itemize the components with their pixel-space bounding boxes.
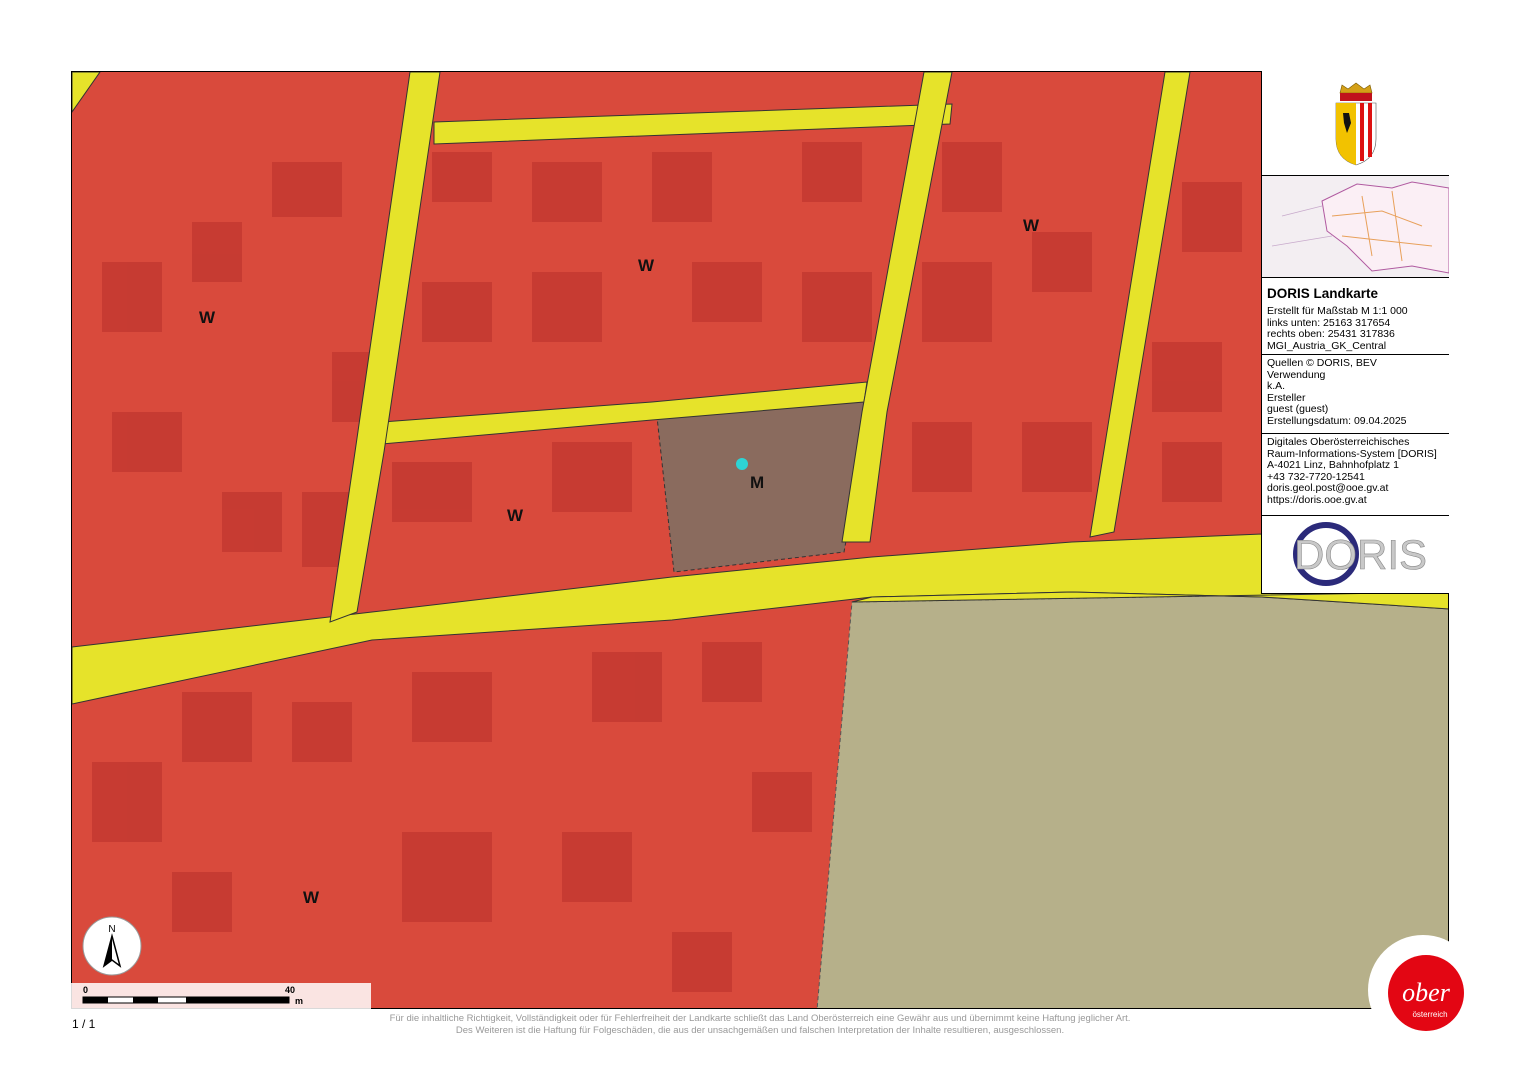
scale-bar: 0 40 m — [71, 983, 371, 1009]
oberoesterreich-logo-icon: ober österreich — [1368, 935, 1478, 1045]
usage-label: Verwendung — [1267, 368, 1326, 381]
org-website[interactable]: https://doris.ooe.gv.at — [1262, 494, 1449, 507]
contact-box: Digitales Oberösterreichisches Raum-Info… — [1262, 434, 1449, 516]
zone-label-w: W — [199, 308, 216, 327]
zone-label-w: W — [507, 506, 524, 525]
disclaimer-line1: Für die inhaltliche Richtigkeit, Vollstä… — [389, 1013, 1131, 1024]
zone-label-m: M — [750, 473, 765, 492]
north-arrow-icon: N — [82, 916, 142, 976]
map-metadata-box: DORIS Landkarte Erstellt für Maßstab M 1… — [1262, 278, 1449, 355]
scale-info: Erstellt für Maßstab M 1:1 000 — [1267, 305, 1408, 317]
info-panel: DORIS Landkarte Erstellt für Maßstab M 1… — [1261, 71, 1450, 594]
north-letter: N — [108, 924, 115, 935]
page-number: 1 / 1 — [72, 1017, 96, 1031]
agricultural-zone-area — [816, 591, 1448, 1008]
disclaimer-line2: Des Weiteren ist die Haftung für Folgesc… — [455, 1025, 1065, 1036]
zone-label-w: W — [1023, 216, 1040, 235]
map-layer — [72, 72, 1448, 1008]
sources-text: Quellen © DORIS, BEV — [1267, 357, 1377, 369]
zone-label-w: W — [638, 256, 655, 275]
created-date: Erstellungsdatum: 09.04.2025 — [1267, 414, 1407, 427]
source-info-box: Quellen © DORIS, BEV Verwendung k.A. Ers… — [1262, 355, 1449, 434]
badge-word: ober — [1402, 978, 1451, 1007]
coat-of-arms-icon — [1335, 82, 1377, 166]
coat-of-arms-box — [1262, 71, 1449, 176]
zone-label-w: W — [303, 888, 320, 907]
map-canvas[interactable]: W W W W M W — [71, 71, 1449, 1009]
location-marker[interactable] — [736, 458, 748, 470]
disclaimer: Für die inhaltliche Richtigkeit, Vollstä… — [250, 1013, 1270, 1037]
doris-logo-box: DORIS — [1262, 516, 1449, 593]
crs-label: MGI_Austria_GK_Central — [1267, 339, 1387, 352]
org-name-line1: Digitales Oberösterreichisches — [1267, 436, 1410, 448]
panel-title: DORIS Landkarte — [1267, 286, 1379, 301]
overview-map-box — [1262, 176, 1450, 278]
overview-map-icon — [1271, 181, 1450, 274]
doris-logo-icon: DORIS — [1293, 522, 1427, 586]
scale-ruler — [82, 996, 290, 1004]
badge-subtext: österreich — [1412, 1010, 1447, 1019]
doris-logo-text: DORIS — [1294, 531, 1427, 578]
